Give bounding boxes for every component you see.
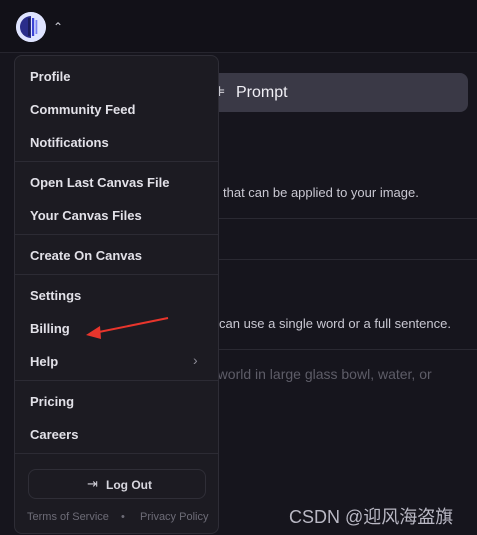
watermark: CSDN @迎风海盗旗 [289, 507, 454, 527]
annotation-arrow-icon [86, 317, 169, 339]
